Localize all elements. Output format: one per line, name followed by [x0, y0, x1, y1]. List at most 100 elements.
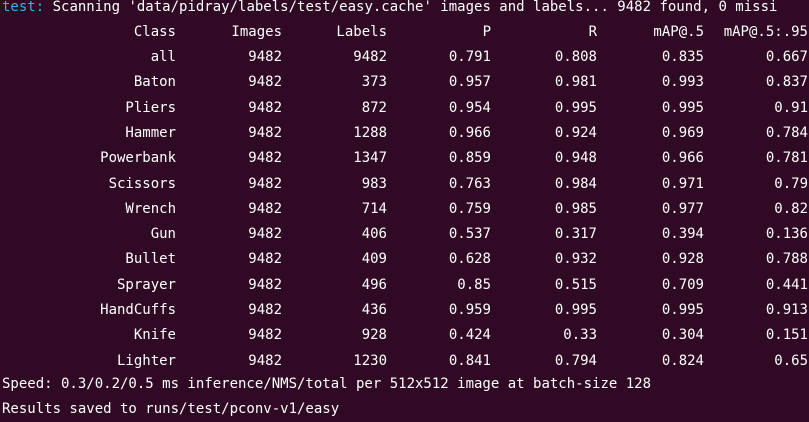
cell-labels: 406 — [361, 226, 387, 243]
table-row: Baton 9482 373 0.957 0.981 0.993 0.837 — [0, 70, 809, 95]
cell-images: 9482 — [248, 251, 282, 268]
cell-r: 0.33 — [563, 327, 597, 344]
cell-r: 0.995 — [554, 302, 597, 318]
cell-class: Baton — [133, 74, 176, 91]
cell-p: 0.954 — [448, 99, 491, 116]
cell-class: Wrench — [125, 200, 176, 217]
cell-p: 0.957 — [448, 74, 491, 91]
table-row: Powerbank 9482 1347 0.859 0.948 0.966 0.781 — [0, 146, 809, 171]
cell-class: Knife — [133, 327, 176, 344]
cell-r: 0.932 — [554, 251, 597, 268]
cell-p: 0.537 — [448, 226, 491, 243]
cell-map50: 0.995 — [661, 302, 704, 318]
cell-labels: 1288 — [353, 124, 387, 141]
header-p: P — [482, 24, 491, 40]
cell-class: Lighter — [116, 352, 176, 369]
cell-r: 0.317 — [554, 226, 597, 243]
cell-map50: 0.966 — [661, 150, 704, 167]
cell-images: 9482 — [248, 352, 282, 369]
cell-labels: 928 — [361, 327, 387, 344]
results-line: Results saved to runs/test/pconv-v1/easy — [2, 401, 340, 417]
cell-map50-95: 0.65 — [774, 352, 808, 369]
table-row: Bullet 9482 409 0.628 0.932 0.928 0.788 — [0, 247, 809, 272]
cell-class: HandCuffs — [100, 302, 176, 318]
speed-line: Speed: 0.3/0.2/0.5 ms inference/NMS/tota… — [2, 376, 652, 392]
cell-r: 0.995 — [554, 99, 597, 116]
cell-p: 0.859 — [448, 150, 491, 167]
cell-map50: 0.977 — [661, 200, 704, 217]
cell-p: 0.628 — [448, 251, 491, 268]
cell-images: 9482 — [248, 124, 282, 141]
cell-map50: 0.824 — [661, 352, 704, 369]
cell-map50-95: 0.667 — [765, 49, 808, 65]
cell-class: Hammer — [125, 124, 176, 141]
cell-labels: 373 — [361, 74, 387, 91]
cell-r: 0.808 — [554, 49, 597, 65]
header-map50: mAP@.5 — [653, 24, 704, 40]
cell-map50: 0.928 — [661, 251, 704, 268]
table-header-row: Class Images Labels P R mAP@.5 mAP@.5:.9… — [0, 20, 809, 45]
table-row: Gun 9482 406 0.537 0.317 0.394 0.136 — [0, 222, 809, 247]
cell-map50-95: 0.837 — [765, 74, 808, 91]
cell-map50-95: 0.91 — [774, 99, 808, 116]
cell-images: 9482 — [248, 74, 282, 91]
cell-p: 0.763 — [448, 175, 491, 192]
header-images: Images — [231, 24, 282, 40]
cell-map50-95: 0.788 — [765, 251, 808, 268]
cell-r: 0.794 — [554, 352, 597, 369]
cell-r: 0.984 — [554, 175, 597, 192]
table-row: HandCuffs 9482 436 0.959 0.995 0.995 0.913 — [0, 298, 809, 323]
metrics-table: Class Images Labels P R mAP@.5 mAP@.5:.9… — [0, 24, 809, 369]
cell-r: 0.981 — [554, 74, 597, 91]
cell-labels: 436 — [361, 302, 387, 318]
cell-map50-95: 0.784 — [765, 124, 808, 141]
cell-labels: 872 — [361, 99, 387, 116]
table-row: Sprayer 9482 496 0.85 0.515 0.709 0.441 — [0, 273, 809, 298]
scan-prefix: test: — [2, 0, 45, 15]
cell-images: 9482 — [248, 49, 282, 65]
terminal-window[interactable]: test: Scanning 'data/pidray/labels/test/… — [0, 0, 809, 422]
cell-class: Scissors — [108, 175, 176, 192]
cell-p: 0.959 — [448, 302, 491, 318]
table-row: Pliers 9482 872 0.954 0.995 0.995 0.91 — [0, 96, 809, 121]
cell-map50: 0.304 — [661, 327, 704, 344]
table-row: Wrench 9482 714 0.759 0.985 0.977 0.82 — [0, 197, 809, 222]
cell-images: 9482 — [248, 302, 282, 318]
cell-r: 0.515 — [554, 276, 597, 293]
cell-r: 0.924 — [554, 124, 597, 141]
cell-images: 9482 — [248, 276, 282, 293]
cell-r: 0.948 — [554, 150, 597, 167]
cell-map50: 0.394 — [661, 226, 704, 243]
cell-map50-95: 0.79 — [774, 175, 808, 192]
cell-p: 0.791 — [448, 49, 491, 65]
cell-class: Pliers — [125, 99, 176, 116]
cell-labels: 1230 — [353, 352, 387, 369]
cell-map50-95: 0.913 — [765, 302, 808, 318]
cell-images: 9482 — [248, 200, 282, 217]
scan-message: Scanning 'data/pidray/labels/test/easy.c… — [44, 0, 778, 15]
cell-class: Bullet — [125, 251, 176, 268]
cell-map50: 0.835 — [661, 49, 704, 65]
cell-labels: 496 — [361, 276, 387, 293]
cell-p: 0.966 — [448, 124, 491, 141]
scan-status-line: test: Scanning 'data/pidray/labels/test/… — [2, 0, 777, 20]
cell-class: all — [150, 49, 176, 65]
table-row: Lighter 9482 1230 0.841 0.794 0.824 0.65 — [0, 349, 809, 374]
cell-class: Gun — [150, 226, 176, 243]
cell-map50: 0.969 — [661, 124, 704, 141]
cell-labels: 409 — [361, 251, 387, 268]
header-class: Class — [133, 24, 176, 40]
cell-map50-95: 0.441 — [765, 276, 808, 293]
cell-class: Powerbank — [100, 150, 176, 167]
table-row: Scissors 9482 983 0.763 0.984 0.971 0.79 — [0, 172, 809, 197]
cell-map50: 0.993 — [661, 74, 704, 91]
cell-p: 0.759 — [448, 200, 491, 217]
table-row: Knife 9482 928 0.424 0.33 0.304 0.151 — [0, 323, 809, 348]
cell-map50: 0.971 — [661, 175, 704, 192]
cell-r: 0.985 — [554, 200, 597, 217]
cell-images: 9482 — [248, 327, 282, 344]
cell-map50-95: 0.781 — [765, 150, 808, 167]
cell-map50-95: 0.136 — [765, 226, 808, 243]
cell-labels: 714 — [361, 200, 387, 217]
cell-labels: 9482 — [353, 49, 387, 65]
